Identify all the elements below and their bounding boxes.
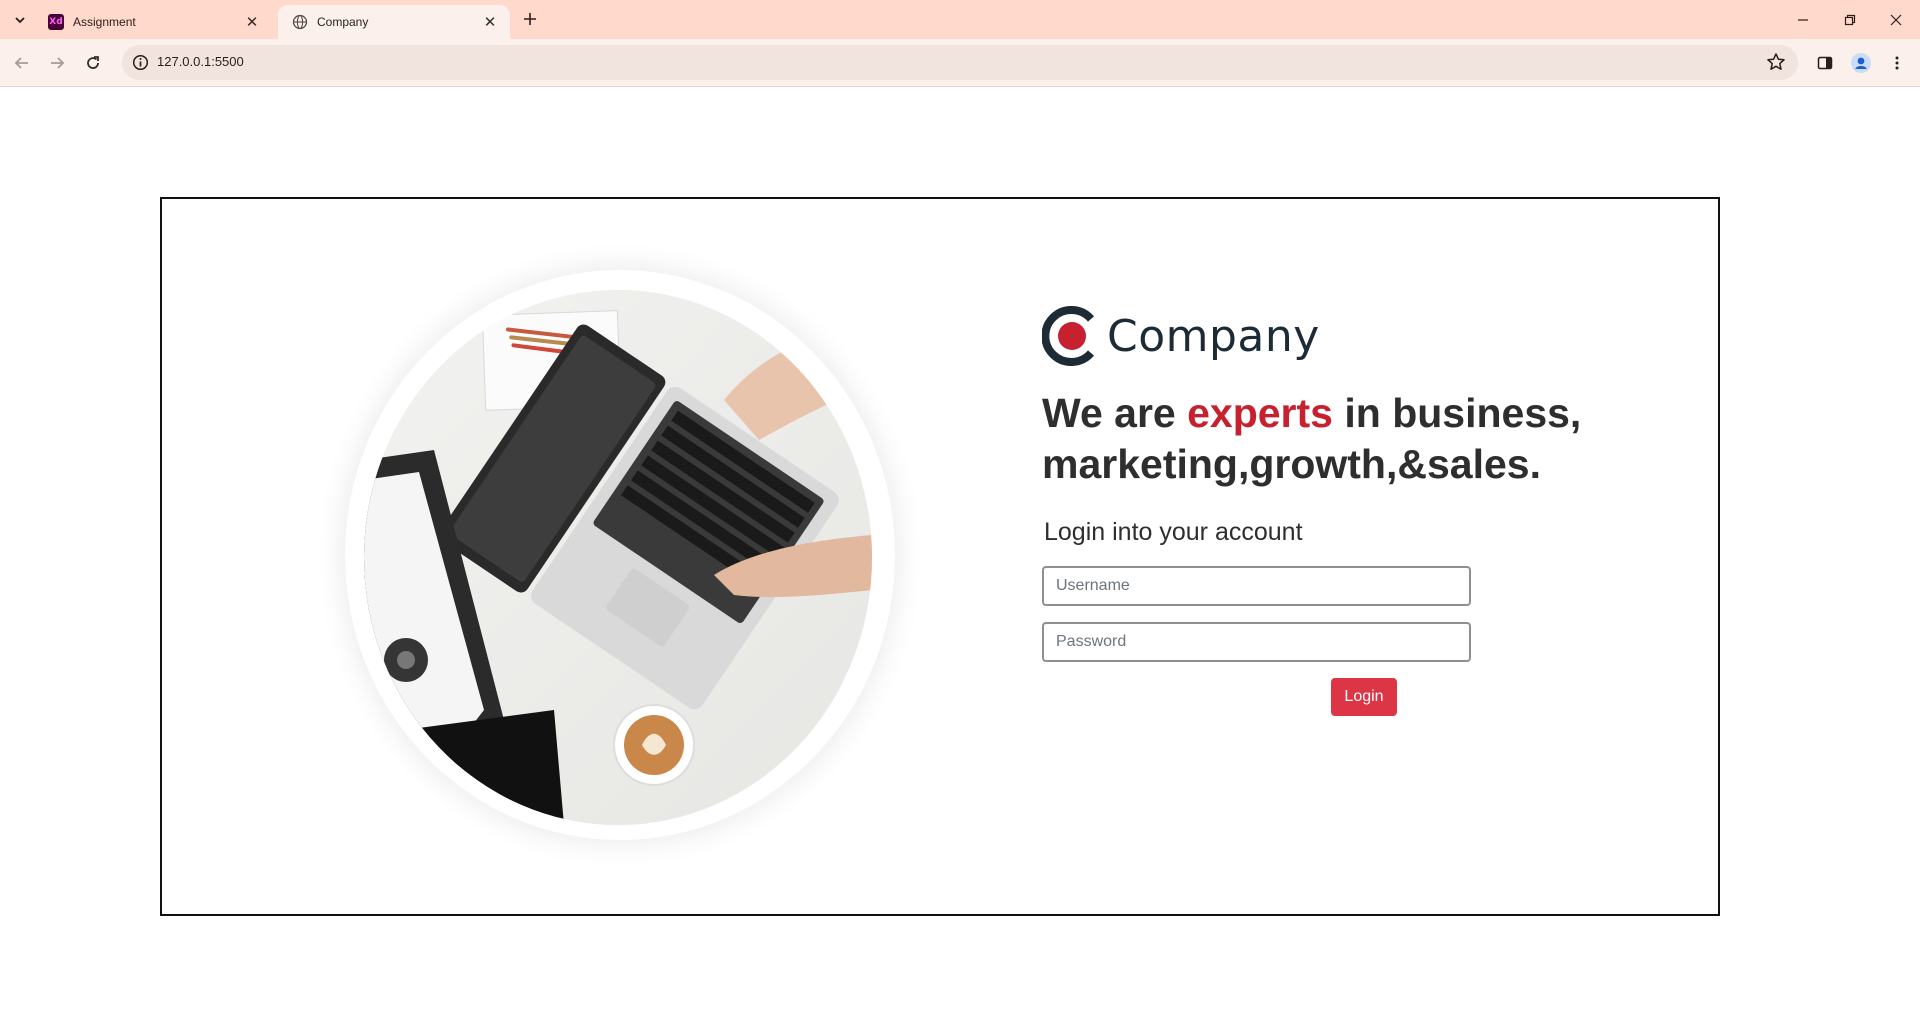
brand: Company	[1042, 306, 1320, 366]
chevron-down-icon	[15, 17, 25, 24]
avatar-icon	[1851, 53, 1871, 73]
reload-icon	[87, 56, 99, 69]
tab-title: Company	[317, 15, 369, 29]
close-window-button[interactable]	[1873, 0, 1919, 39]
url-text[interactable]: 127.0.0.1:5500	[157, 54, 244, 69]
headline: We are experts in business, marketing,gr…	[1042, 388, 1602, 490]
arrow-right-icon	[51, 57, 65, 69]
login-button[interactable]: Login	[1331, 678, 1397, 716]
brand-name: Company	[1107, 310, 1320, 362]
headline-accent: experts	[1187, 390, 1333, 436]
globe-icon	[292, 14, 308, 30]
new-tab-button[interactable]	[520, 8, 540, 30]
headline-text: We are	[1042, 390, 1188, 436]
side-panel-button[interactable]	[1813, 51, 1837, 75]
minimize-button[interactable]	[1780, 0, 1826, 39]
close-icon[interactable]: ✕	[482, 14, 498, 31]
close-icon[interactable]: ✕	[244, 14, 260, 31]
back-button[interactable]	[8, 49, 36, 77]
hero-photo	[364, 290, 872, 825]
tab-company[interactable]: Company ✕	[278, 5, 510, 39]
reload-button[interactable]	[79, 49, 107, 77]
adobe-xd-icon: Xd	[48, 14, 64, 30]
tab-search-button[interactable]	[10, 10, 30, 30]
tab-strip: Xd Assignment ✕ Company ✕	[0, 0, 1920, 39]
address-bar[interactable]: 127.0.0.1:5500	[122, 45, 1798, 80]
bookmark-star-icon[interactable]	[1766, 52, 1786, 72]
username-input[interactable]	[1042, 566, 1471, 606]
forward-button[interactable]	[43, 49, 71, 77]
close-icon	[1890, 14, 1902, 25]
browser-toolbar: 127.0.0.1:5500	[0, 39, 1920, 87]
arrow-left-icon	[14, 57, 28, 69]
info-icon[interactable]	[132, 54, 149, 71]
password-input[interactable]	[1042, 622, 1471, 662]
profile-button[interactable]	[1849, 51, 1873, 75]
company-logo-icon	[1042, 306, 1095, 366]
login-title: Login into your account	[1044, 518, 1303, 546]
side-panel-icon	[1817, 56, 1833, 70]
tab-assignment[interactable]: Xd Assignment ✕	[34, 5, 272, 39]
tab-title: Assignment	[73, 15, 136, 29]
restore-button[interactable]	[1827, 0, 1873, 39]
more-vertical-icon	[1895, 56, 1899, 70]
plus-icon	[524, 13, 536, 25]
menu-button[interactable]	[1885, 51, 1909, 75]
restore-icon	[1844, 14, 1856, 25]
minimize-icon	[1798, 18, 1808, 21]
